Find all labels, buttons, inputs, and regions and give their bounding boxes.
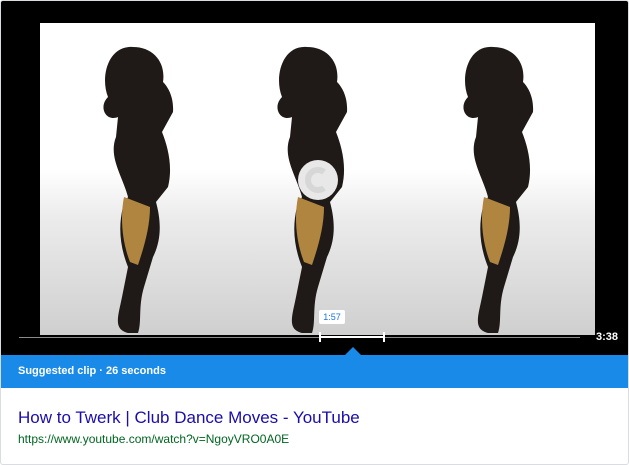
duration-label: 3:38: [595, 331, 618, 343]
suggested-clip-banner: Suggested clip · 26 seconds: [1, 355, 628, 388]
suggested-clip-label: Suggested clip · 26 seconds: [18, 365, 166, 377]
dancer-figure: [463, 46, 534, 334]
result-title-link[interactable]: How to Twerk | Club Dance Moves - YouTub…: [18, 407, 360, 429]
result-url: https://www.youtube.com/watch?v=NgoyVRO0…: [18, 432, 290, 446]
clip-end-handle[interactable]: [383, 332, 385, 342]
video-player[interactable]: 1:57 3:38: [1, 1, 628, 355]
search-result: How to Twerk | Club Dance Moves - YouTub…: [18, 407, 360, 447]
clip-range-marker[interactable]: [319, 332, 385, 342]
video-clip-card: 1:57 3:38 Suggested clip · 26 seconds Ho…: [0, 0, 629, 465]
current-time-label: 1:57: [319, 310, 345, 324]
dancer-figure: [103, 46, 174, 334]
banner-caret: [345, 347, 361, 355]
clip-range-bar: [319, 336, 385, 338]
play-arc-icon[interactable]: [298, 160, 338, 200]
timeline-track[interactable]: [19, 337, 580, 338]
